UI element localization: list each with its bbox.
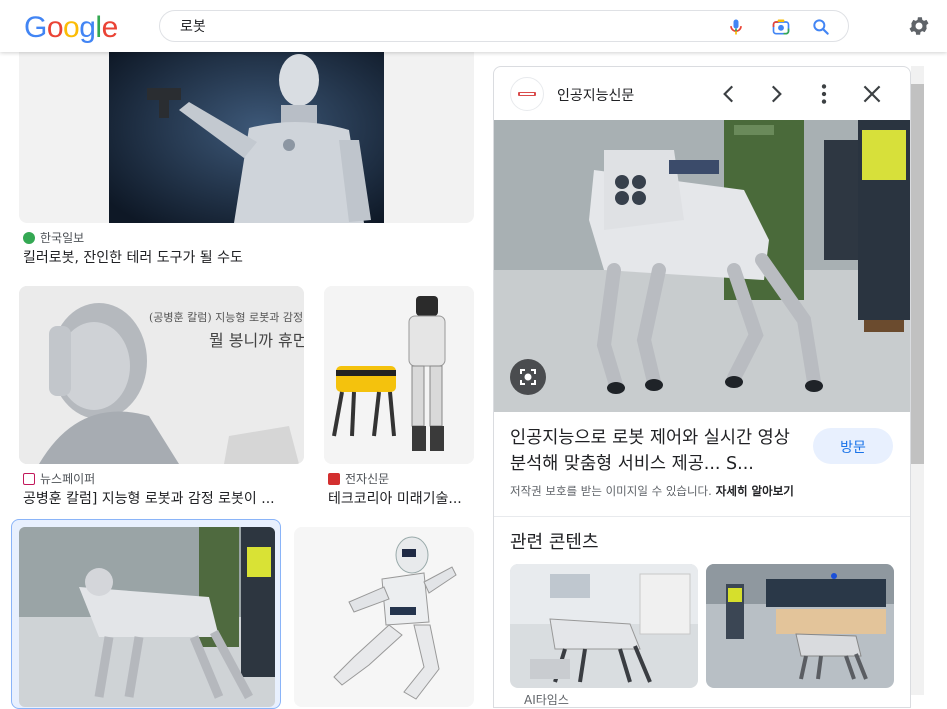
logo-letter: g [79,11,96,44]
result-caption-3[interactable]: 테크코리아 미래기술... [328,488,473,508]
svg-text:뭘 봉니까 휴먼: 뭘 봉니까 휴먼 [209,331,304,350]
chevron-left-icon[interactable] [716,81,742,107]
search-input[interactable] [180,15,700,37]
logo-letter: e [101,11,119,44]
robot-thinking-image: (공병훈 칼럼) 지능형 로봇과 감정 로봇의 공 뭘 봉니까 휴먼 [19,286,304,464]
related-content-heading: 관련 콘텐츠 [510,532,599,553]
source-label: 뉴스페이퍼 [40,472,96,486]
result-source-3[interactable]: 전자신문 [328,470,389,487]
source-avatar[interactable] [510,77,544,111]
microphone-icon[interactable] [726,17,746,37]
aitimes-logo-icon [518,92,536,96]
more-options-icon[interactable] [811,81,837,107]
result-source-1[interactable]: 한국일보 [23,229,84,246]
panel-title[interactable]: 인공지능으로 로봇 제어와 실시간 영상 분석해 맞춤형 서비스 제공... S… [510,425,800,477]
result-image-3[interactable] [324,286,474,464]
etnews-favicon-icon [328,472,340,485]
related-image-1[interactable] [510,564,698,688]
result-image-4-selected[interactable] [11,519,281,709]
search-box[interactable] [159,10,849,42]
source-label: 전자신문 [345,472,390,486]
panel-source-name[interactable]: 인공지능신문 [557,85,634,105]
panel-scrollbar-thumb[interactable] [911,84,924,464]
close-icon[interactable] [859,81,885,107]
panel-divider [494,516,910,517]
robot-dog-main-image[interactable] [494,120,910,412]
result-caption-1[interactable]: 킬러로봇, 잔인한 테러 도구가 될 수도 [23,247,463,267]
copyright-notice: 저작권 보호를 받는 이미지일 수 있습니다. 자세히 알아보기 [510,483,794,499]
robot-dog-thumbnail-image [19,527,275,707]
learn-more-link[interactable]: 자세히 알아보기 [716,484,794,498]
visit-button[interactable]: 방문 [813,428,893,464]
gear-icon[interactable] [907,14,931,38]
source-label: 한국일보 [40,231,85,245]
robot-aiming-gun-image [109,50,384,223]
lens-camera-icon[interactable] [771,17,791,37]
result-caption-2[interactable]: 공병훈 칼럼] 지능형 로봇과 감정 로봇이 ... [23,488,298,508]
copyright-text: 저작권 보호를 받는 이미지일 수 있습니다. [510,484,712,498]
top-bar: Google [0,0,947,52]
result-image-5[interactable] [294,527,474,707]
result-source-2[interactable]: 뉴스페이퍼 [23,470,95,487]
robot-dog-control-room-image [706,564,894,688]
visual-search-button[interactable] [510,359,546,395]
robot-dog-exhibit-image [510,564,698,688]
logo-letter: G [24,11,47,44]
boston-dynamics-robots-image [324,286,474,464]
logo-letter: o [46,11,64,44]
result-image-1[interactable] [19,50,474,223]
newspaper-favicon-icon [23,472,35,485]
search-icon[interactable] [811,17,831,37]
image-preview-panel: 인공지능신문 인공지능으로 로봇 제어와 실시간 영상 분석해 맞춤형 서비스 … [493,66,911,708]
svg-text:(공병훈 칼럼) 지능형 로봇과 감정 로봇의 공: (공병훈 칼럼) 지능형 로봇과 감정 로봇의 공 [149,311,304,324]
related-source-text[interactable]: AI타임스 [524,691,569,707]
page-scrollbar[interactable] [940,52,947,695]
chevron-right-icon[interactable] [763,81,789,107]
running-robot-image [294,527,474,707]
logo-letter: o [63,11,80,44]
result-image-2[interactable]: (공병훈 칼럼) 지능형 로봇과 감정 로봇의 공 뭘 봉니까 휴먼 [19,286,304,464]
google-logo[interactable]: Google [24,10,118,46]
lens-search-icon [520,369,536,385]
hankook-favicon-icon [23,231,35,244]
related-image-2[interactable] [706,564,894,688]
